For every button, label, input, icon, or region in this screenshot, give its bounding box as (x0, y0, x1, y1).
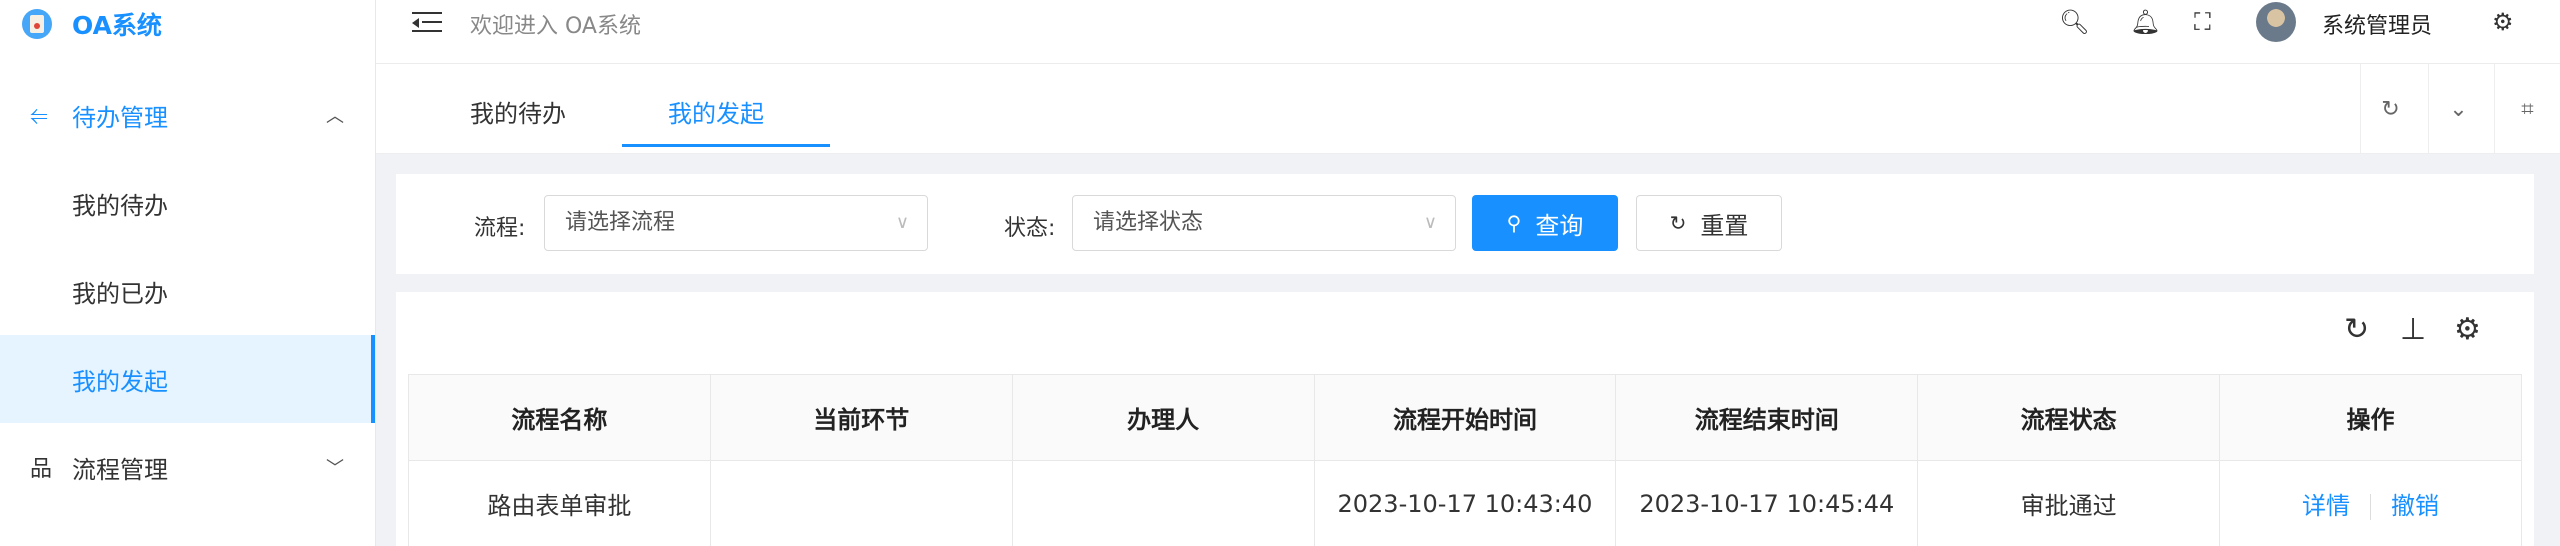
tab-my-initiated[interactable]: 我的发起 (668, 94, 764, 129)
user-name[interactable]: 系统管理员 (2322, 8, 2432, 40)
sidebar-item-label: 我的已办 (72, 279, 168, 308)
table-panel: ↻ ⊥ ⚙ 流程名称 当前环节 办理人 流程开始时间 流程结束时间 流程状态 操… (396, 292, 2534, 546)
cell-status: 审批通过 (1917, 460, 2221, 546)
menu-group-todo-label: 待办管理 (72, 103, 168, 132)
maximize-icon[interactable]: ⌗ (2494, 64, 2560, 154)
menu-group-process[interactable]: 品 流程管理 ﹀ (0, 423, 375, 511)
cell-handler (1011, 460, 1315, 546)
sidebar-item-my-initiated[interactable]: 我的发起 (0, 335, 375, 423)
search-icon[interactable]: 🔍︎ (2059, 8, 2089, 36)
process-select-placeholder: 请选择流程 (565, 210, 676, 235)
column-header: 流程开始时间 (1313, 374, 1617, 461)
sidebar-item-label: 我的发起 (72, 367, 168, 396)
menu-group-process-label: 流程管理 (72, 455, 168, 484)
column-header: 流程结束时间 (1615, 374, 1919, 461)
chevron-down-icon: ﹀ (326, 458, 344, 479)
column-height-icon[interactable]: ⊥ (2400, 312, 2426, 347)
table-header-row: 流程名称 当前环节 办理人 流程开始时间 流程结束时间 流程状态 操作 (408, 374, 2522, 461)
process-select[interactable]: 请选择流程 ∨ (544, 195, 928, 251)
avatar[interactable] (2256, 2, 2296, 42)
search-panel: 流程: 请选择流程 ∨ 状态: 请选择状态 ∨ ⚲ 查询 ↻ 重置 (396, 174, 2534, 274)
cell-current-step (709, 460, 1013, 546)
active-tab-indicator (622, 144, 830, 147)
fullscreen-icon[interactable]: ⛶ (2194, 8, 2211, 36)
column-header: 办理人 (1011, 374, 1315, 461)
todo-menu-icon: ⥢ (30, 102, 48, 128)
query-button-label: 查询 (1535, 211, 1584, 240)
detail-link[interactable]: 详情 (2302, 492, 2350, 520)
chevron-down-icon: ∨ (895, 212, 909, 233)
welcome-text: 欢迎进入 OA系统 (470, 14, 641, 39)
tab-dropdown-icon[interactable]: ⌄ (2428, 64, 2488, 154)
menu-group-todo[interactable]: ⥢ 待办管理 ︿ (0, 71, 375, 159)
reset-button-label: 重置 (1700, 211, 1749, 240)
app-title: OA系统 (72, 11, 162, 40)
menu-fold-icon[interactable] (412, 10, 442, 34)
search-icon: ⚲ (1506, 211, 1522, 235)
process-table: 流程名称 当前环节 办理人 流程开始时间 流程结束时间 流程状态 操作 路由表单… (408, 374, 2522, 546)
bell-icon[interactable]: 🔔︎ (2130, 8, 2160, 36)
column-header: 操作 (2219, 374, 2522, 461)
cell-start-time: 2023-10-17 10:43:40 (1313, 460, 1617, 546)
process-filter-label: 流程: (474, 216, 526, 241)
cell-actions: 详情 撤销 (2219, 460, 2522, 546)
app-logo-icon (22, 9, 52, 39)
reset-button[interactable]: ↻ 重置 (1636, 195, 1782, 251)
table-row: 路由表单审批 2023-10-17 10:43:40 2023-10-17 10… (408, 460, 2522, 546)
query-button[interactable]: ⚲ 查询 (1472, 195, 1618, 251)
status-select[interactable]: 请选择状态 ∨ (1072, 195, 1456, 251)
cell-process-name: 路由表单审批 (408, 460, 711, 546)
column-header: 流程状态 (1917, 374, 2221, 461)
top-header: 欢迎进入 OA系统 🔍︎ 🔔︎ ⛶ 系统管理员 ⚙ (376, 0, 2560, 64)
tab-my-todo[interactable]: 我的待办 (470, 94, 566, 129)
column-header: 当前环节 (709, 374, 1013, 461)
tab-bar: 我的待办 我的发起 (376, 64, 2560, 154)
gear-icon[interactable]: ⚙ (2492, 8, 2514, 36)
sidebar-item-label: 我的待办 (72, 191, 168, 220)
action-divider (2370, 494, 2372, 520)
sidebar-item-my-done[interactable]: 我的已办 (0, 247, 375, 335)
column-header: 流程名称 (408, 374, 711, 461)
revoke-link[interactable]: 撤销 (2391, 492, 2439, 520)
sidebar-item-my-todo[interactable]: 我的待办 (0, 159, 375, 247)
reload-icon: ↻ (1669, 211, 1687, 235)
sitemap-icon: 品 (30, 457, 53, 482)
sidebar: OA系统 ⥢ 待办管理 ︿ 我的待办 我的已办 我的发起 品 流程管理 ﹀ (0, 0, 376, 546)
settings-icon[interactable]: ⚙ (2454, 312, 2481, 347)
status-select-placeholder: 请选择状态 (1093, 210, 1204, 235)
refresh-tab-icon[interactable]: ↻ (2360, 64, 2420, 154)
chevron-up-icon: ︿ (326, 106, 344, 127)
chevron-down-icon: ∨ (1423, 212, 1437, 233)
cell-end-time: 2023-10-17 10:45:44 (1615, 460, 1919, 546)
refresh-icon[interactable]: ↻ (2344, 312, 2369, 347)
app-logo-area[interactable]: OA系统 (0, 0, 375, 48)
status-filter-label: 状态: (1004, 216, 1056, 241)
